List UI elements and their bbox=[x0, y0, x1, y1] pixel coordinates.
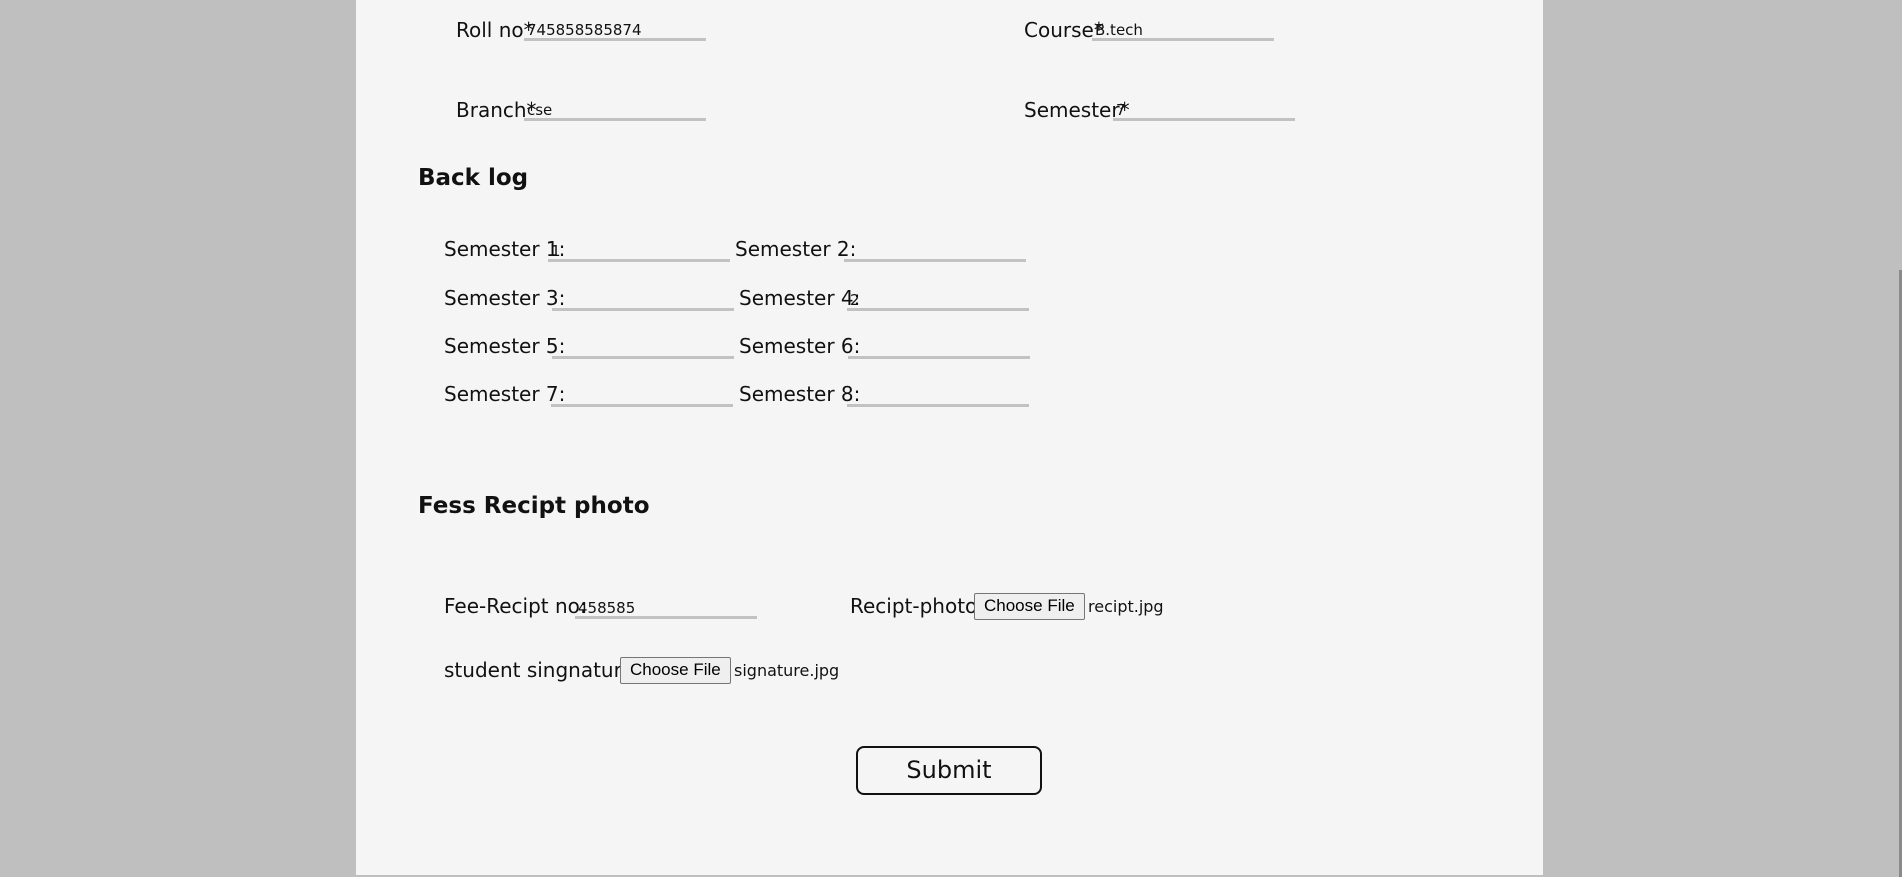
backlog-semester-5-field[interactable] bbox=[552, 339, 734, 359]
recipt-photo-label: Recipt-photo: bbox=[850, 594, 985, 618]
fee-recipt-no-field[interactable]: 458585 bbox=[575, 599, 757, 619]
backlog-semester-4-label: Semester 4: bbox=[739, 286, 861, 310]
course-field[interactable]: B.tech bbox=[1092, 21, 1274, 41]
roll-no-field[interactable]: 745858585874 bbox=[524, 21, 706, 41]
form-page: Roll no* 745858585874 Course* B.tech Bra… bbox=[356, 0, 1543, 875]
fee-recipt-no-label: Fee-Recipt no: bbox=[444, 594, 587, 618]
recipt-photo-filename: recipt.jpg bbox=[1088, 597, 1164, 616]
backlog-semester-6-field[interactable] bbox=[848, 339, 1030, 359]
backlog-semester-4-field[interactable]: 2 bbox=[847, 291, 1029, 311]
backlog-semester-8-field[interactable] bbox=[847, 387, 1029, 407]
backlog-semester-7-label: Semester 7: bbox=[444, 382, 566, 406]
backlog-semester-3-field[interactable] bbox=[552, 291, 734, 311]
student-signature-label: student singnature: bbox=[444, 658, 641, 682]
semester-field[interactable]: 7 bbox=[1113, 101, 1295, 121]
signature-choose-file-button[interactable]: Choose File bbox=[620, 657, 731, 684]
backlog-semester-7-field[interactable] bbox=[551, 387, 733, 407]
submit-button[interactable]: Submit bbox=[856, 746, 1042, 795]
backlog-semester-3-label: Semester 3: bbox=[444, 286, 566, 310]
signature-filename: signature.jpg bbox=[734, 661, 840, 680]
backlog-semester-2-label: Semester 2: bbox=[735, 237, 857, 261]
backlog-semester-8-label: Semester 8: bbox=[739, 382, 861, 406]
recipt-photo-choose-file-button[interactable]: Choose File bbox=[974, 593, 1085, 620]
roll-no-label: Roll no* bbox=[456, 18, 534, 42]
backlog-semester-1-field[interactable]: 1 bbox=[548, 242, 730, 262]
backlog-semester-2-field[interactable] bbox=[844, 242, 1026, 262]
fees-heading: Fess Recipt photo bbox=[418, 493, 650, 519]
backlog-semester-5-label: Semester 5: bbox=[444, 334, 566, 358]
backlog-heading: Back log bbox=[418, 165, 529, 191]
backlog-semester-6-label: Semester 6: bbox=[739, 334, 861, 358]
branch-field[interactable]: cse bbox=[524, 101, 706, 121]
